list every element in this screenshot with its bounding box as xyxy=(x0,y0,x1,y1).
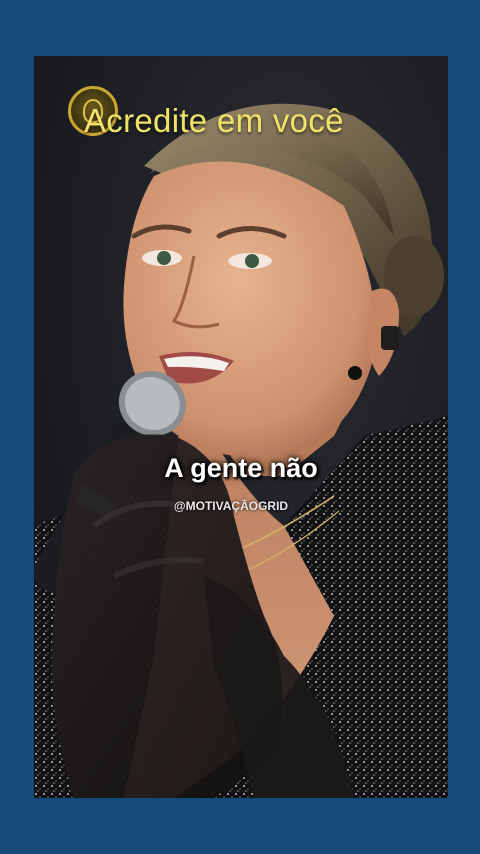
blue-frame: Acredite em você A gente não @MOTIVAÇÃOG… xyxy=(0,0,480,854)
channel-handle: @MOTIVAÇÃOGRID xyxy=(173,499,289,513)
video-frame: Acredite em você A gente não @MOTIVAÇÃOG… xyxy=(34,56,448,798)
overlay-title: Acredite em você xyxy=(84,102,344,139)
subtitle-caption: A gente não xyxy=(164,453,318,483)
speaker-illustration xyxy=(34,56,448,798)
